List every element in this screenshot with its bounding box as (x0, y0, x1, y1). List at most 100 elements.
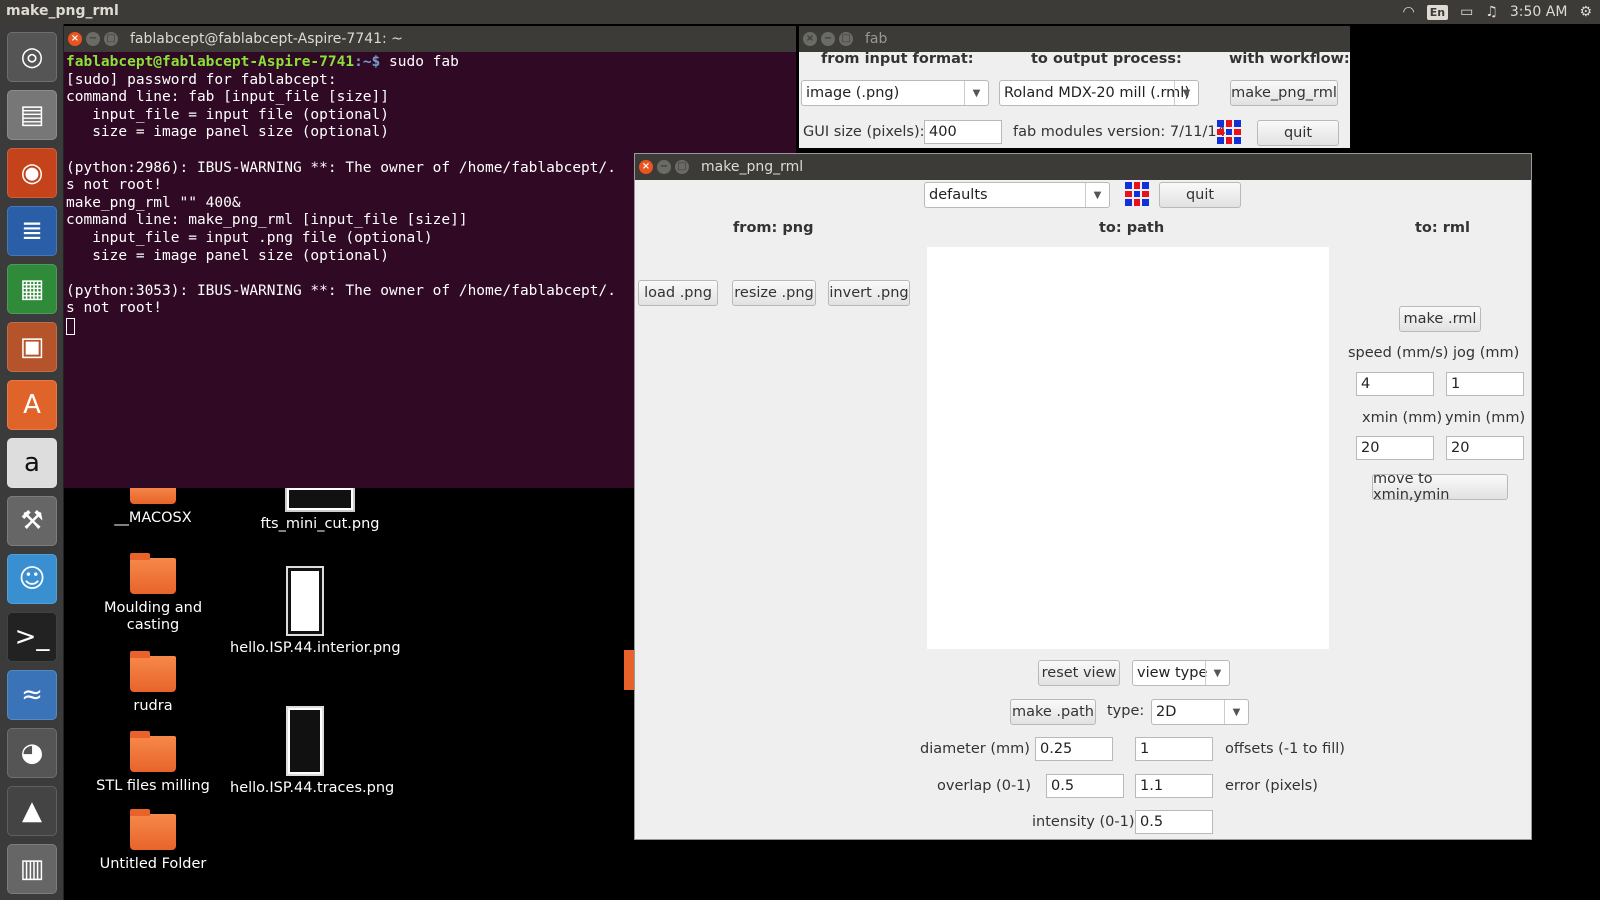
ubuntu-dash-icon[interactable]: ◎ (7, 32, 57, 82)
load-png-button[interactable]: load .png (638, 280, 718, 306)
view-type-value: view type (1137, 665, 1208, 681)
fab-window[interactable]: × − □ fab from input format: to output p… (799, 26, 1350, 148)
desktop-folder-rudra[interactable]: rudra (78, 651, 228, 715)
terminal-icon[interactable]: >_ (7, 612, 57, 662)
from-input-format-label: from input format: (821, 51, 974, 67)
desktop-folder-untitled[interactable]: Untitled Folder (78, 809, 228, 873)
close-icon[interactable]: × (639, 160, 653, 174)
make-path-button[interactable]: make .path (1010, 699, 1096, 725)
to-path-header: to: path (1099, 220, 1165, 236)
output-process-select[interactable]: Roland MDX-20 mill (.rml) ▼ (999, 80, 1199, 106)
inkscape-icon[interactable]: ▲ (7, 786, 57, 836)
make-png-rml-titlebar[interactable]: × − □ make_png_rml (635, 154, 1531, 180)
fab-titlebar[interactable]: × − □ fab (799, 26, 1350, 52)
close-icon[interactable]: × (803, 32, 817, 46)
overlap-input[interactable]: 0.5 (1046, 774, 1124, 798)
intensity-input[interactable]: 0.5 (1135, 810, 1213, 834)
terminal-titlebar[interactable]: × − □ fablabcept@fablabcept-Aspire-7741:… (64, 26, 796, 52)
resize-png-button[interactable]: resize .png (732, 280, 816, 306)
png-thumbnail-icon (288, 568, 322, 634)
workflow-button[interactable]: make_png_rml (1230, 80, 1338, 106)
software-center-icon[interactable]: A (7, 380, 57, 430)
folder-icon (130, 553, 176, 594)
diameter-input[interactable]: 0.25 (1035, 737, 1113, 761)
keyboard-language-indicator[interactable]: En (1426, 4, 1449, 20)
wifi-icon[interactable]: ◠ (1403, 4, 1415, 20)
desktop-file-fts-mini-cut[interactable]: fts_mini_cut.png (245, 488, 395, 533)
impress-icon[interactable]: ▣ (7, 322, 57, 372)
make-png-rml-title: make_png_rml (701, 159, 804, 175)
folder-icon (130, 651, 176, 692)
with-workflow-label: with workflow: (1229, 51, 1350, 67)
make-png-rml-window[interactable]: × − □ make_png_rml defaults ▼ quit from:… (634, 153, 1532, 840)
python-icon[interactable]: ≈ (7, 670, 57, 720)
folder-icon (130, 809, 176, 850)
desktop-icon-label: Untitled Folder (99, 856, 207, 872)
maximize-icon[interactable]: □ (675, 160, 689, 174)
fab-quit-button[interactable]: quit (1257, 120, 1339, 146)
amazon-icon[interactable]: a (7, 438, 57, 488)
mpr-quit-button[interactable]: quit (1159, 182, 1241, 208)
minimize-icon[interactable]: − (821, 32, 835, 46)
to-output-process-label: to output process: (1031, 51, 1182, 67)
minimize-icon[interactable]: − (86, 32, 100, 46)
fab-version-text: fab modules version: 7/11/14 (1013, 124, 1226, 140)
gui-size-input[interactable]: 400 (924, 120, 1002, 144)
clock[interactable]: 3:50 AM (1510, 4, 1568, 20)
input-format-select[interactable]: image (.png) ▼ (801, 80, 989, 106)
reset-view-button[interactable]: reset view (1038, 660, 1120, 686)
writer-icon[interactable]: ≣ (7, 206, 57, 256)
files-icon[interactable]: ▤ (7, 90, 57, 140)
settings-icon[interactable]: ⚒ (7, 496, 57, 546)
desktop-file-isp-traces[interactable]: hello.ISP.44.traces.png (230, 708, 394, 797)
speed-input[interactable]: 4 (1356, 372, 1434, 396)
volume-icon[interactable]: ♫ (1485, 4, 1498, 20)
minimize-icon[interactable]: − (657, 160, 671, 174)
path-canvas[interactable] (927, 247, 1329, 649)
terminal-line: [sudo] password for fablabcept: (66, 71, 337, 88)
fab-logo-icon (1125, 182, 1149, 206)
gear-icon[interactable]: ⚙ (1579, 4, 1592, 20)
firefox-icon[interactable]: ◉ (7, 148, 57, 198)
ymin-input[interactable]: 20 (1446, 436, 1524, 460)
invert-png-button[interactable]: invert .png (828, 280, 910, 306)
output-process-value: Roland MDX-20 mill (.rml) (1004, 85, 1190, 101)
partial-folder-icon (624, 650, 634, 690)
desktop-icon-label: hello.ISP.44.interior.png (230, 640, 401, 656)
maximize-icon[interactable]: □ (104, 32, 118, 46)
path-type-select[interactable]: 2D ▼ (1151, 699, 1249, 725)
png-thumbnail-icon (287, 488, 353, 510)
terminal-line: input_file = input .png file (optional) (66, 229, 433, 246)
error-input[interactable]: 1.1 (1135, 774, 1213, 798)
offsets-input[interactable]: 1 (1135, 737, 1213, 761)
chevron-down-icon: ▼ (1224, 700, 1248, 724)
empathy-icon[interactable]: ☺ (7, 554, 57, 604)
input-format-value: image (.png) (806, 85, 900, 101)
terminal-line: (python:2986): IBUS-WARNING **: The owne… (66, 159, 616, 176)
jog-input[interactable]: 1 (1446, 372, 1524, 396)
fab-logo-icon (1217, 120, 1241, 144)
desktop-folder-macosx[interactable]: __MACOSX (78, 481, 228, 527)
desktop-folder-moulding[interactable]: Moulding and casting (78, 553, 228, 634)
maximize-icon[interactable]: □ (839, 32, 853, 46)
terminal-line: s not root! (66, 300, 163, 317)
move-to-xmin-ymin-button[interactable]: move to xmin,ymin (1372, 471, 1508, 503)
desktop-folder-stl[interactable]: STL files milling (78, 731, 228, 795)
png-thumbnail-icon (288, 708, 322, 774)
defaults-select[interactable]: defaults ▼ (924, 182, 1110, 208)
desktop-icon-label: STL files milling (96, 778, 210, 794)
close-icon[interactable]: × (68, 32, 82, 46)
desktop-file-isp-interior[interactable]: hello.ISP.44.interior.png (230, 568, 401, 657)
battery-icon[interactable]: ▭ (1460, 4, 1473, 20)
desktop-screen: make_png_rml ◠ En ▭ ♫ 3:50 AM ⚙ ◎ ▤ ◉ ≣ … (0, 0, 1600, 900)
prompt-user: fablabcept@fablabcept-Aspire-7741 (66, 54, 355, 70)
workspaces-icon[interactable]: ▥ (7, 844, 57, 894)
calc-icon[interactable]: ▦ (7, 264, 57, 314)
terminal-title: fablabcept@fablabcept-Aspire-7741: ~ (130, 31, 403, 47)
folder-icon (130, 731, 176, 772)
view-type-select[interactable]: view type ▼ (1132, 660, 1230, 686)
xmin-input[interactable]: 20 (1356, 436, 1434, 460)
error-label: error (pixels) (1225, 778, 1318, 794)
gimp-icon[interactable]: ◕ (7, 728, 57, 778)
make-rml-button[interactable]: make .rml (1399, 306, 1481, 332)
